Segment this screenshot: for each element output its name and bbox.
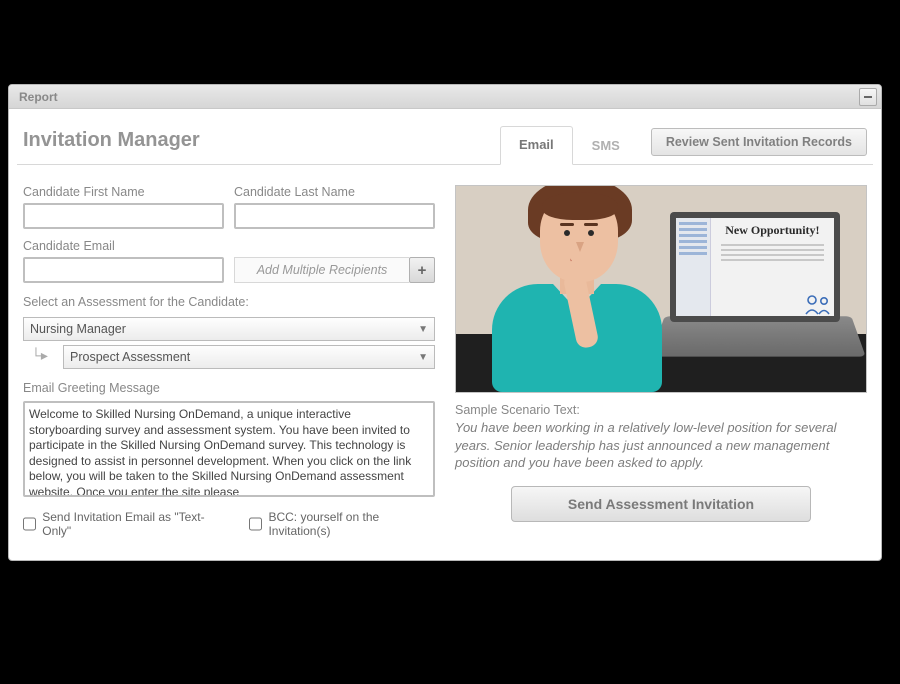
greeting-textarea[interactable] [23,401,435,497]
window-title: Report [19,90,58,104]
add-multiple-label: Add Multiple Recipients [234,257,409,283]
last-name-input[interactable] [234,203,435,229]
panel-title: Invitation Manager [23,129,200,164]
panel-content: Candidate First Name Candidate Last Name… [17,165,873,552]
review-sent-button[interactable]: Review Sent Invitation Records [651,128,867,156]
people-icon [804,294,832,316]
chevron-down-icon: ▼ [418,352,428,363]
assessment-secondary-value: Prospect Assessment [70,350,190,364]
tab-sms[interactable]: SMS [573,127,639,165]
chevron-down-icon: ▼ [418,324,428,335]
person-illustration [470,192,680,392]
tab-email[interactable]: Email [500,126,573,165]
plus-icon: + [418,262,427,279]
bcc-label: BCC: yourself on the Invitation(s) [268,510,435,538]
text-only-option[interactable]: Send Invitation Email as "Text-Only" [23,510,223,538]
panel-header-right: Email SMS Review Sent Invitation Records [500,125,867,164]
email-input[interactable] [23,257,224,283]
indent-arrow-icon: └▸ [31,347,48,364]
scenario-label: Sample Scenario Text: [455,403,867,417]
last-name-label: Candidate Last Name [234,185,435,199]
scenario-text: You have been working in a relatively lo… [455,419,867,472]
assessment-secondary-select[interactable]: Prospect Assessment ▼ [63,345,435,369]
assessment-primary-select[interactable]: Nursing Manager ▼ [23,317,435,341]
first-name-input[interactable] [23,203,224,229]
panel-header: Invitation Manager Email SMS Review Sent… [17,117,873,165]
email-label: Candidate Email [23,239,224,253]
assessment-label: Select an Assessment for the Candidate: [23,295,249,309]
text-only-checkbox[interactable] [23,517,36,531]
window-titlebar: Report [9,85,881,109]
report-window: Report Invitation Manager Email SMS Revi… [8,84,882,561]
text-only-label: Send Invitation Email as "Text-Only" [42,510,223,538]
bcc-option[interactable]: BCC: yourself on the Invitation(s) [249,510,435,538]
screen-headline: New Opportunity! [725,224,819,238]
minus-icon [863,92,873,102]
greeting-label: Email Greeting Message [23,381,160,395]
scenario-illustration: New Opportunity! [455,185,867,393]
add-multiple-button[interactable]: + [409,257,435,283]
left-column: Candidate First Name Candidate Last Name… [23,185,435,538]
first-name-label: Candidate First Name [23,185,224,199]
invitation-manager-panel: Invitation Manager Email SMS Review Sent… [9,109,881,560]
delivery-tabs: Email SMS [500,125,639,164]
right-column: New Opportunity! [455,185,867,538]
assessment-primary-value: Nursing Manager [30,322,126,336]
bcc-checkbox[interactable] [249,517,262,531]
send-invitation-button[interactable]: Send Assessment Invitation [511,486,811,522]
minimize-button[interactable] [859,88,877,106]
